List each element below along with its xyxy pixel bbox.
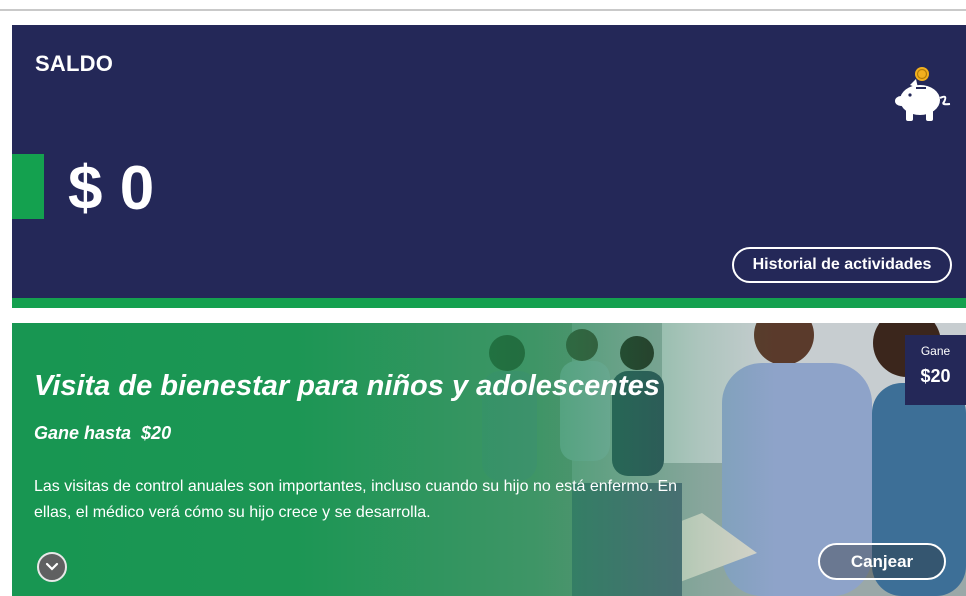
amount-accent-bar [12,154,44,219]
reward-card: Visita de bienestar para niños y adolesc… [12,323,966,596]
reward-description: Las visitas de control anuales son impor… [34,478,678,521]
expand-details-button[interactable] [37,552,67,582]
reward-amount-badge: Gane $20 [905,335,966,405]
activity-history-button[interactable]: Historial de actividades [732,247,952,283]
top-divider [0,9,966,11]
redeem-button[interactable]: Canjear [818,543,946,580]
balance-card-bottom-stripe [12,298,966,308]
reward-title: Visita de bienestar para niños y adolesc… [34,370,660,402]
balance-amount: $ 0 [68,154,155,223]
badge-label: Gane [920,344,951,358]
reward-earn-up-to: Gane hasta $20 [34,423,172,443]
balance-card: SALDO $ 0 Historial de actividades [12,25,966,308]
badge-amount: $20 [920,366,951,386]
piggy-bank-icon [895,67,951,121]
chevron-down-icon [45,562,59,571]
balance-title: SALDO [35,51,113,76]
